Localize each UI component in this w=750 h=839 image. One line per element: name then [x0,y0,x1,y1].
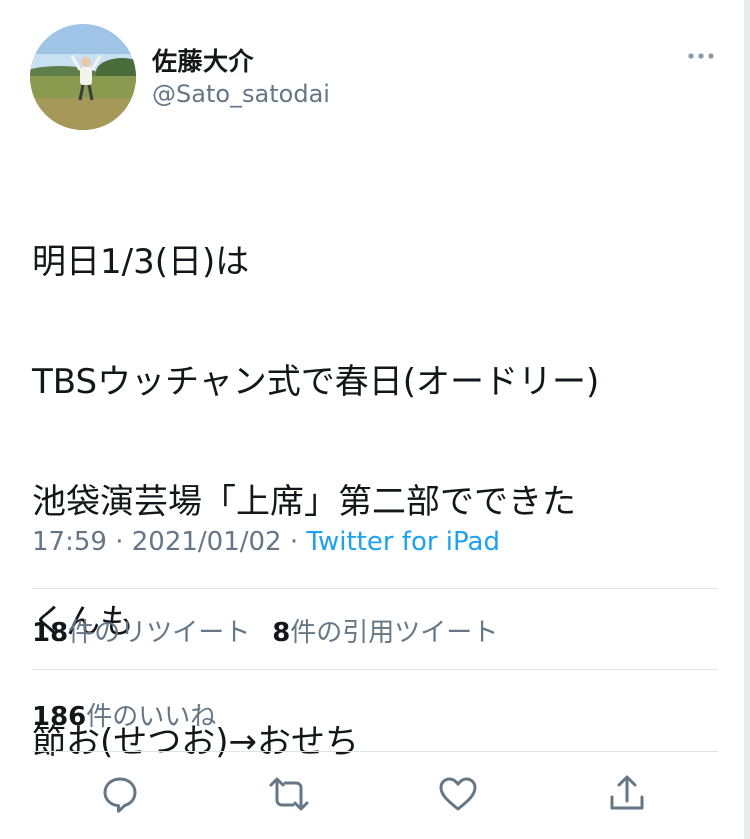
quotes-label: 件の引用ツイート [290,618,499,648]
tweet-line: 明日1/3(日)は [32,242,250,282]
retweet-button[interactable] [267,772,311,816]
retweet-stats: 18件のリツイート 8件の引用ツイート [32,612,498,649]
tweet-source-link[interactable]: Twitter for iPad [306,527,500,557]
meta-separator: · [115,527,124,557]
divider [32,588,718,589]
like-button[interactable] [436,772,480,816]
retweets-stat[interactable]: 18件のリツイート [32,618,250,648]
likes-count: 186 [32,702,87,732]
tweet-date: 2021/01/02 [131,527,282,557]
tweet-line: 池袋演芸場「上席」第二部でできた [32,482,576,522]
user-avatar-photo-icon [30,24,136,130]
meta-separator: · [289,527,299,557]
tweet-line: TBSウッチャン式で春日(オードリー) [32,362,600,402]
tweet-meta: 17:59 · 2021/01/02 · Twitter for iPad [32,527,500,557]
like-icon [439,777,477,811]
reply-icon [103,777,137,813]
tweet-text: 明日1/3(日)は TBSウッチャン式で春日(オードリー) 池袋演芸場「上席」第… [32,172,722,832]
quotes-stat[interactable]: 8件の引用ツイート [272,618,498,648]
retweet-icon [269,777,309,811]
retweets-count: 18 [32,618,69,648]
divider [32,751,718,752]
avatar[interactable] [30,24,136,130]
divider [32,669,718,670]
reply-button[interactable] [98,772,142,816]
likes-label: 件のいいね [86,702,217,732]
tweet-time: 17:59 [32,527,107,557]
more-options-icon[interactable] [686,46,716,66]
share-button[interactable] [605,772,649,816]
scroll-edge [744,0,750,839]
user-handle[interactable]: @Sato_satodai [152,80,330,108]
retweets-label: 件のリツイート [68,618,251,648]
quotes-count: 8 [272,618,291,648]
likes-stat[interactable]: 186件のいいね [32,696,216,733]
share-icon [610,775,644,810]
display-name[interactable]: 佐藤大介 [152,42,254,78]
